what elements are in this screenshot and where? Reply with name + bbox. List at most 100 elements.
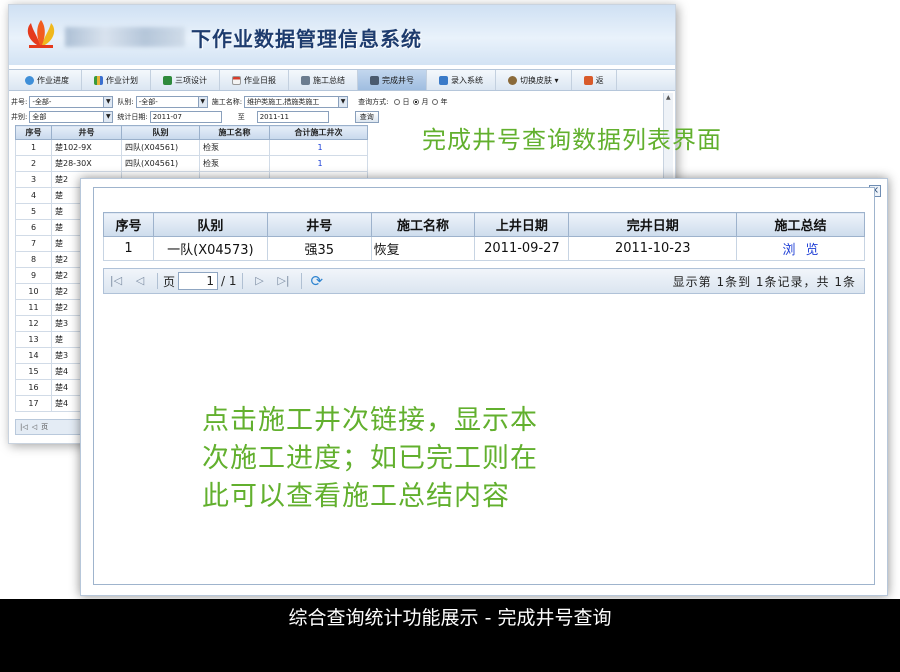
form-icon: [439, 75, 448, 85]
refresh-icon[interactable]: ⟳: [311, 272, 324, 290]
table-row: 2 楚28-30X 四队(X04561) 检泵 1: [15, 155, 368, 172]
well-select[interactable]: -全部- ▼: [29, 96, 114, 108]
col-header-well: 井号: [266, 212, 372, 237]
chevron-down-icon: ▼: [338, 97, 348, 107]
col-header-end-date: 完井日期: [568, 212, 738, 237]
date-from-value: 2011-07: [152, 113, 182, 121]
dialog-pager: |◁ ◁ 页 1 / 1 ▷ ▷| ⟳ 显示第 1条到 1条记录，共 1条: [103, 268, 865, 294]
globe-icon: [25, 75, 34, 85]
next-page-icon[interactable]: ▷: [253, 274, 267, 288]
tab-return[interactable]: 返: [572, 70, 617, 90]
cell-construction: 检泵: [199, 155, 270, 172]
query-button[interactable]: 查询: [354, 111, 379, 123]
cell-seq: 4: [15, 187, 52, 204]
page-number-input[interactable]: 1: [178, 272, 219, 290]
tab-work-progress[interactable]: 作业进度: [13, 70, 82, 90]
col-header: 合计施工井次: [269, 125, 368, 140]
browse-summary-link[interactable]: 浏览: [736, 236, 865, 261]
construction-detail-table: 序号 队别 井号 施工名称 上井日期 完井日期 施工总结 1 一队(X04573…: [103, 212, 865, 261]
last-page-icon[interactable]: ▷|: [277, 274, 291, 288]
radio-year-label: 年: [440, 98, 448, 106]
pager-record-info: 显示第 1条到 1条记录，共 1条: [672, 274, 856, 289]
dialog-content: 序号 队别 井号 施工名称 上井日期 完井日期 施工总结 1 一队(X04573…: [93, 187, 875, 585]
blurred-company-name: [65, 27, 185, 47]
tab-entry-system[interactable]: 录入系统: [427, 70, 496, 90]
table-row: 1 一队(X04573) 强35 恢复 2011-09-27 2011-10-2…: [103, 236, 865, 261]
team-select[interactable]: -全部- ▼: [135, 96, 208, 108]
cell-seq: 1: [103, 236, 154, 261]
callout-instructions: 点击施工井次链接，显示本 次施工进度；如已完工则在 此可以查看施工总结内容: [202, 405, 538, 512]
filter-row-2: 井别: 全部 ▼ 统计日期: 2011-07 至 2011-11 查询: [11, 110, 379, 124]
first-page-icon[interactable]: |◁: [20, 423, 28, 431]
main-toolbar: 作业进度 作业计划 三项设计 作业日报 施工总结 完成井号 录入系统 切换皮肤 …: [9, 69, 675, 91]
date-to-label: 至: [237, 113, 245, 121]
cell-seq: 10: [15, 283, 52, 300]
pager-divider: [300, 273, 302, 289]
app-banner: 下作业数据管理信息系统: [9, 5, 675, 65]
switch-skin-menu[interactable]: 切换皮肤 ▾: [496, 70, 572, 90]
chevron-down-icon: ▼: [197, 97, 207, 107]
pager-divider: [241, 273, 243, 289]
construction-label: 施工名称:: [211, 98, 243, 106]
tab-construction-summary[interactable]: 施工总结: [289, 70, 358, 90]
cell-seq: 16: [15, 379, 52, 396]
grid-icon: [163, 75, 172, 85]
cell-count[interactable]: 1: [269, 139, 368, 156]
date-to-input[interactable]: 2011-11: [256, 111, 329, 123]
col-header: 队别: [121, 125, 200, 140]
radio-month[interactable]: [413, 99, 420, 105]
tab-completed-wells[interactable]: 完成井号: [358, 70, 427, 90]
well-label: 井号:: [11, 98, 28, 106]
cell-team: 一队(X04573): [152, 236, 268, 261]
col-header: 序号: [15, 125, 52, 140]
query-mode-label: 查询方式:: [358, 98, 389, 106]
filter-row-1: 井号: -全部- ▼ 队别: -全部- ▼ 施工名称: 维护类施工,措施类施工 ▼ 查…: [11, 95, 447, 109]
first-page-icon[interactable]: |◁: [109, 274, 123, 288]
cell-seq: 7: [15, 235, 52, 252]
radio-month-label: 月: [421, 98, 429, 106]
cell-well: 强35: [266, 236, 372, 261]
calendar-icon: [232, 75, 241, 85]
tab-three-design[interactable]: 三项设计: [151, 70, 220, 90]
cell-well: 楚28-30X: [51, 155, 122, 172]
cell-count[interactable]: 1: [269, 155, 368, 172]
cell-seq: 15: [15, 363, 52, 380]
construction-select[interactable]: 维护类施工,措施类施工 ▼: [244, 96, 349, 108]
date-from-input[interactable]: 2011-07: [149, 111, 222, 123]
col-header-seq: 序号: [103, 212, 154, 237]
tab-daily-report[interactable]: 作业日报: [220, 70, 289, 90]
col-header: 井号: [51, 125, 122, 140]
cell-construction: 检泵: [199, 139, 270, 156]
app-title: 下作业数据管理信息系统: [191, 27, 422, 51]
cell-seq: 12: [15, 315, 52, 332]
well-type-label: 井别:: [11, 113, 28, 121]
cell-start-date: 2011-09-27: [474, 236, 570, 261]
tools-icon: [370, 75, 379, 85]
cell-seq: 2: [15, 155, 52, 172]
well-type-select-value: 全部: [32, 113, 47, 121]
tab-label: 返: [595, 75, 604, 85]
company-logo: [27, 20, 55, 48]
radio-day[interactable]: [394, 99, 401, 105]
tab-label: 完成井号: [382, 75, 414, 85]
cell-seq: 11: [15, 299, 52, 316]
radio-year[interactable]: [432, 99, 439, 105]
cell-seq: 9: [15, 267, 52, 284]
col-header-summary: 施工总结: [736, 212, 865, 237]
col-header: 施工名称: [199, 125, 270, 140]
tab-label: 录入系统: [451, 75, 483, 85]
callout-list-screen: 完成井号查询数据列表界面: [422, 126, 722, 154]
users-icon: [508, 75, 517, 85]
tab-work-plan[interactable]: 作业计划: [82, 70, 151, 90]
prev-page-icon[interactable]: ◁: [133, 274, 147, 288]
radio-day-label: 日: [402, 98, 410, 106]
cell-seq: 8: [15, 251, 52, 268]
home-icon: [583, 75, 593, 85]
prev-page-icon[interactable]: ◁: [32, 423, 37, 431]
chevron-down-icon: ▼: [103, 97, 113, 107]
construction-select-value: 维护类施工,措施类施工: [247, 98, 320, 106]
cell-end-date: 2011-10-23: [568, 236, 738, 261]
date-to-value: 2011-11: [259, 113, 289, 121]
well-type-select[interactable]: 全部 ▼: [29, 111, 114, 123]
construction-detail-dialog: × 序号 队别 井号 施工名称 上井日期 完井日期 施工总结 1 一队(X045…: [80, 178, 888, 596]
